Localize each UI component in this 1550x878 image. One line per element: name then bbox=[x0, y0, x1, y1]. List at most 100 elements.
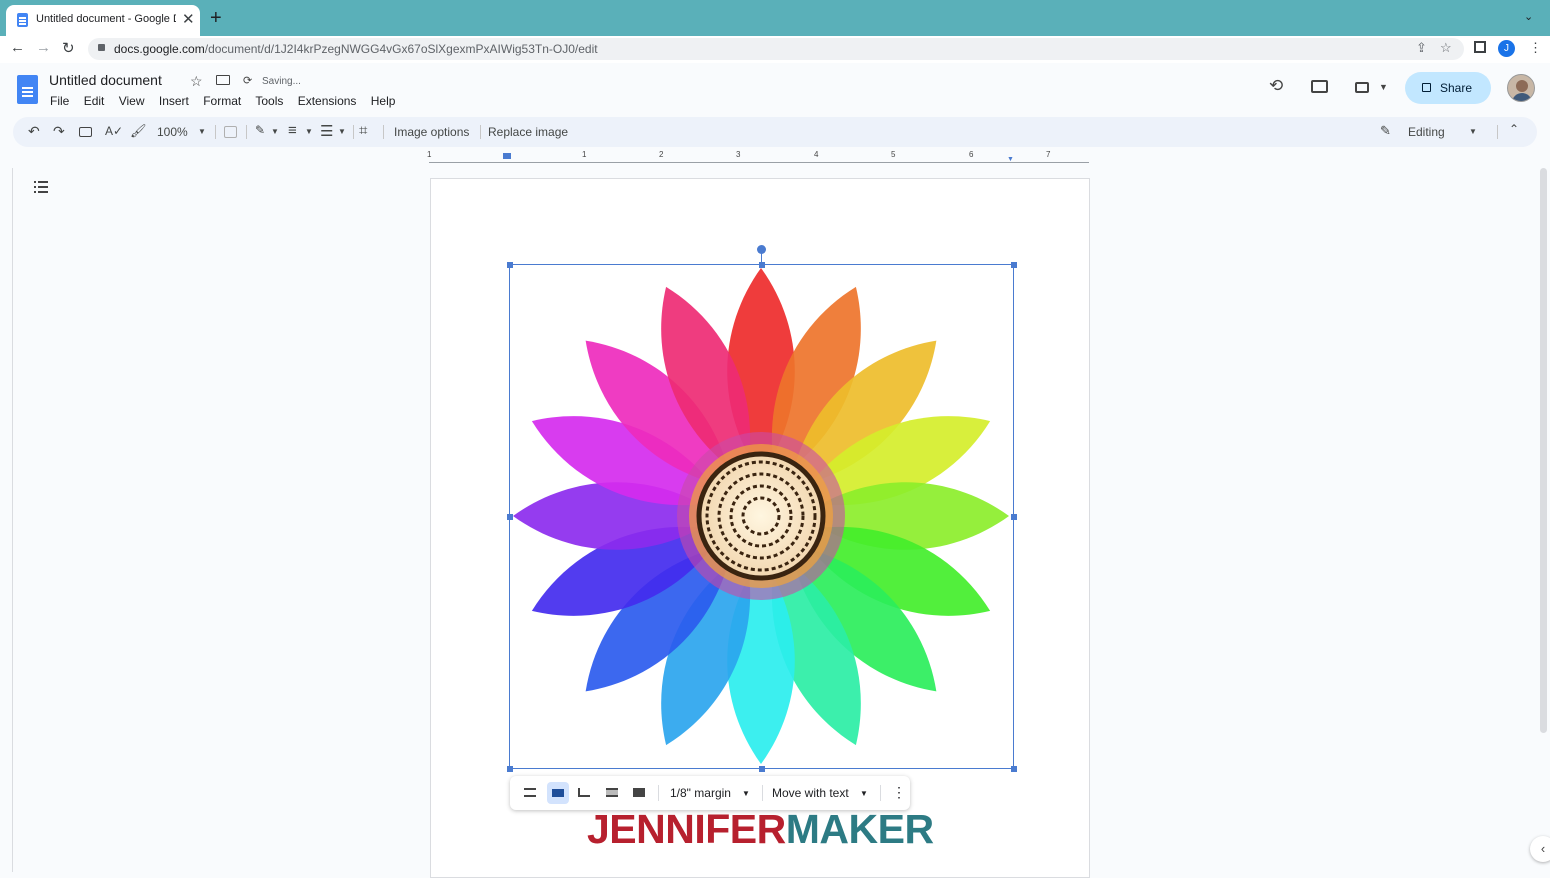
menu-file[interactable]: File bbox=[50, 94, 69, 108]
browser-tab-strip: Untitled document - Google Dc ✕ + ⌄ bbox=[0, 0, 1550, 36]
meet-icon[interactable] bbox=[1355, 82, 1369, 93]
horizontal-ruler: 1 1 2 3 4 5 6 7 ▼ bbox=[427, 150, 1089, 164]
insert-comment-icon[interactable] bbox=[224, 126, 237, 138]
resize-handle-w[interactable] bbox=[507, 514, 513, 520]
zoom-dropdown-icon[interactable]: ▼ bbox=[198, 127, 206, 136]
ruler-mark: 7 bbox=[1046, 150, 1051, 159]
paint-format-icon[interactable]: 🖌 bbox=[130, 123, 147, 139]
border-color-dropdown-icon[interactable]: ▼ bbox=[271, 127, 279, 136]
ruler-mark: 3 bbox=[736, 150, 741, 159]
resize-handle-e[interactable] bbox=[1011, 514, 1017, 520]
browser-tab[interactable]: Untitled document - Google Dc ✕ bbox=[6, 5, 200, 36]
spellcheck-icon[interactable]: A✓ bbox=[105, 124, 123, 138]
lock-icon bbox=[98, 44, 105, 51]
comments-icon[interactable] bbox=[1311, 80, 1328, 93]
ruler-mark: 6 bbox=[969, 150, 974, 159]
back-icon[interactable]: ← bbox=[10, 39, 25, 56]
margin-dropdown-icon[interactable]: ▼ bbox=[742, 789, 750, 798]
wrap-text-button[interactable] bbox=[547, 782, 569, 804]
wrap-text-icon bbox=[552, 789, 564, 797]
right-indent-marker[interactable]: ▼ bbox=[1007, 156, 1014, 163]
break-text-icon[interactable] bbox=[578, 788, 590, 797]
inline-icon[interactable] bbox=[524, 788, 536, 797]
print-icon[interactable] bbox=[79, 127, 92, 137]
left-indent-marker[interactable] bbox=[503, 153, 511, 159]
document-outline-icon[interactable] bbox=[34, 180, 48, 198]
browser-menu-icon[interactable]: ⋮ bbox=[1529, 40, 1542, 56]
resize-handle-n[interactable] bbox=[759, 262, 765, 268]
tab-close-icon[interactable]: ✕ bbox=[182, 10, 195, 28]
redo-icon[interactable]: ↷ bbox=[53, 123, 65, 140]
tab-search-chevron-icon[interactable]: ⌄ bbox=[1524, 10, 1533, 23]
side-panel-toggle-icon[interactable]: ‹ bbox=[1530, 836, 1550, 862]
image-selection-frame bbox=[509, 264, 1014, 769]
rotate-handle[interactable] bbox=[757, 245, 766, 254]
resize-handle-nw[interactable] bbox=[507, 262, 513, 268]
reload-icon[interactable]: ↻ bbox=[62, 39, 75, 57]
toolbar-divider bbox=[215, 125, 216, 139]
ruler-mark: 5 bbox=[891, 150, 896, 159]
position-select[interactable]: Move with text bbox=[772, 786, 849, 800]
border-weight-icon[interactable]: ≡ bbox=[288, 122, 297, 139]
ruler-mark: 4 bbox=[814, 150, 819, 159]
menu-edit[interactable]: Edit bbox=[84, 94, 105, 108]
resize-handle-ne[interactable] bbox=[1011, 262, 1017, 268]
profile-avatar[interactable]: J bbox=[1498, 40, 1515, 57]
move-folder-icon[interactable] bbox=[216, 75, 230, 85]
position-dropdown-icon[interactable]: ▼ bbox=[860, 789, 868, 798]
toolbar-divider bbox=[246, 125, 247, 139]
ruler-mark: 1 bbox=[427, 150, 432, 159]
toolbar-divider bbox=[762, 785, 763, 801]
url-text: docs.google.com/document/d/1J2I4krPzegNW… bbox=[114, 42, 598, 56]
border-weight-dropdown-icon[interactable]: ▼ bbox=[305, 127, 313, 136]
resize-handle-sw[interactable] bbox=[507, 766, 513, 772]
toolbar-divider bbox=[480, 125, 481, 139]
vertical-scrollbar[interactable] bbox=[1540, 168, 1547, 733]
url-input[interactable]: docs.google.com/document/d/1J2I4krPzegNW… bbox=[88, 38, 1464, 60]
more-options-icon[interactable]: ⋮ bbox=[892, 784, 906, 801]
collapse-menus-icon[interactable]: ⌃ bbox=[1509, 122, 1519, 136]
meet-dropdown-icon[interactable]: ▼ bbox=[1379, 82, 1388, 92]
zoom-select[interactable]: 100% bbox=[157, 125, 188, 139]
side-panel-icon[interactable] bbox=[1474, 41, 1486, 53]
docs-logo-icon[interactable] bbox=[17, 75, 38, 104]
undo-icon[interactable]: ↶ bbox=[28, 123, 40, 140]
border-dash-dropdown-icon[interactable]: ▼ bbox=[338, 127, 346, 136]
replace-image-button[interactable]: Replace image bbox=[488, 125, 568, 139]
menu-format[interactable]: Format bbox=[203, 94, 241, 108]
menu-help[interactable]: Help bbox=[371, 94, 396, 108]
menu-view[interactable]: View bbox=[119, 94, 145, 108]
editing-mode-select[interactable]: Editing bbox=[1408, 125, 1445, 139]
jennifermaker-logo: JENNIFERMAKER bbox=[587, 806, 934, 852]
resize-handle-se[interactable] bbox=[1011, 766, 1017, 772]
pencil-icon: ✎ bbox=[1380, 123, 1391, 138]
behind-text-icon[interactable] bbox=[606, 788, 618, 797]
forward-icon[interactable]: → bbox=[36, 39, 51, 56]
toolbar-divider bbox=[353, 125, 354, 139]
toolbar-divider bbox=[383, 125, 384, 139]
in-front-of-text-icon[interactable] bbox=[633, 788, 645, 797]
border-dash-icon[interactable]: ☰ bbox=[320, 122, 333, 140]
version-history-icon[interactable]: ⟲ bbox=[1269, 76, 1283, 96]
address-bar-row: ← → ↻ docs.google.com/document/d/1J2I4kr… bbox=[0, 36, 1550, 63]
lock-icon bbox=[1422, 83, 1431, 92]
resize-handle-s[interactable] bbox=[759, 766, 765, 772]
menu-tools[interactable]: Tools bbox=[255, 94, 283, 108]
menu-extensions[interactable]: Extensions bbox=[298, 94, 357, 108]
bookmark-star-icon[interactable]: ☆ bbox=[1440, 40, 1452, 56]
share-page-icon[interactable]: ⇪ bbox=[1416, 40, 1427, 56]
new-tab-icon[interactable]: + bbox=[210, 7, 222, 30]
user-avatar[interactable] bbox=[1507, 74, 1535, 102]
tab-title: Untitled document - Google Dc bbox=[36, 13, 176, 25]
star-icon[interactable]: ☆ bbox=[190, 73, 203, 90]
docs-favicon-icon bbox=[17, 13, 28, 27]
image-options-button[interactable]: Image options bbox=[394, 125, 469, 139]
document-title[interactable]: Untitled document bbox=[49, 72, 162, 88]
margin-select[interactable]: 1/8" margin bbox=[670, 786, 731, 800]
mode-dropdown-icon[interactable]: ▼ bbox=[1469, 127, 1477, 136]
menu-insert[interactable]: Insert bbox=[159, 94, 189, 108]
border-color-icon[interactable]: ✎ bbox=[255, 123, 265, 137]
share-button[interactable]: Share bbox=[1405, 72, 1491, 104]
crop-icon[interactable]: ⌗ bbox=[359, 122, 367, 139]
ruler-baseline bbox=[429, 162, 1089, 163]
